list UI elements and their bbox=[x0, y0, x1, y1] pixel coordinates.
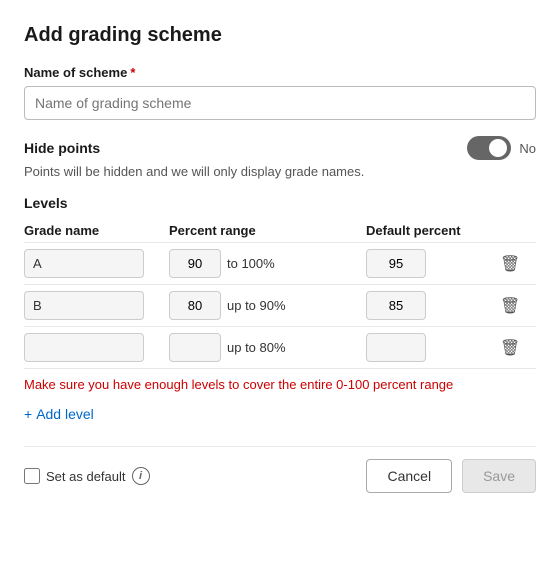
percent-cell-2: up to 90% bbox=[169, 291, 366, 320]
default-input-1[interactable] bbox=[366, 249, 426, 278]
save-button[interactable]: Save bbox=[462, 459, 536, 493]
table-row: to 100% 🗑 bbox=[24, 242, 536, 284]
hide-points-row: Hide points No bbox=[24, 136, 536, 160]
default-cell-3 bbox=[366, 333, 496, 362]
percent-cell-3: up to 80% bbox=[169, 333, 366, 362]
percent-text-3: up to 80% bbox=[227, 340, 286, 355]
page-title: Add grading scheme bbox=[24, 24, 536, 47]
grade-cell-2 bbox=[24, 291, 169, 320]
scheme-name-input[interactable] bbox=[24, 86, 536, 120]
footer-buttons: Cancel Save bbox=[366, 459, 536, 493]
hide-points-toggle[interactable] bbox=[467, 136, 511, 160]
name-field-section: Name of scheme* bbox=[24, 65, 536, 120]
default-cell-2 bbox=[366, 291, 496, 320]
delete-row-3-button[interactable]: 🗑 bbox=[496, 334, 524, 362]
set-default-section: Set as default i bbox=[24, 467, 150, 485]
grade-input-2[interactable] bbox=[24, 291, 144, 320]
set-default-label: Set as default bbox=[46, 469, 126, 484]
set-default-checkbox[interactable] bbox=[24, 468, 40, 484]
col-header-grade: Grade name bbox=[24, 223, 169, 238]
error-message: Make sure you have enough levels to cove… bbox=[24, 377, 536, 392]
hint-text: Points will be hidden and we will only d… bbox=[24, 164, 536, 179]
delete-cell-2: 🗑 bbox=[496, 292, 536, 320]
add-level-label: Add level bbox=[36, 406, 94, 422]
add-level-button[interactable]: + Add level bbox=[24, 402, 94, 426]
toggle-state-label: No bbox=[519, 141, 536, 156]
toggle-thumb bbox=[489, 139, 507, 157]
percent-cell-1: to 100% bbox=[169, 249, 366, 278]
delete-cell-1: 🗑 bbox=[496, 250, 536, 278]
grade-input-3[interactable] bbox=[24, 333, 144, 362]
percent-text-2: up to 90% bbox=[227, 298, 286, 313]
grade-cell-1 bbox=[24, 249, 169, 278]
delete-cell-3: 🗑 bbox=[496, 334, 536, 362]
hide-points-label: Hide points bbox=[24, 140, 100, 156]
col-header-percent: Percent range bbox=[169, 223, 366, 238]
delete-row-1-button[interactable]: 🗑 bbox=[496, 250, 524, 278]
footer: Set as default i Cancel Save bbox=[24, 446, 536, 493]
toggle-track bbox=[467, 136, 511, 160]
cancel-button[interactable]: Cancel bbox=[366, 459, 452, 493]
grade-input-1[interactable] bbox=[24, 249, 144, 278]
table-row: up to 90% 🗑 bbox=[24, 284, 536, 326]
levels-section: Levels Grade name Percent range Default … bbox=[24, 195, 536, 369]
percent-text-1: to 100% bbox=[227, 256, 275, 271]
default-cell-1 bbox=[366, 249, 496, 278]
levels-title: Levels bbox=[24, 195, 536, 211]
col-header-default: Default percent bbox=[366, 223, 496, 238]
delete-row-2-button[interactable]: 🗑 bbox=[496, 292, 524, 320]
info-icon[interactable]: i bbox=[132, 467, 150, 485]
grade-cell-3 bbox=[24, 333, 169, 362]
name-field-label: Name of scheme* bbox=[24, 65, 536, 80]
required-marker: * bbox=[130, 65, 135, 80]
percent-from-input-3[interactable] bbox=[169, 333, 221, 362]
default-input-3[interactable] bbox=[366, 333, 426, 362]
toggle-right: No bbox=[467, 136, 536, 160]
percent-from-input-1[interactable] bbox=[169, 249, 221, 278]
levels-header: Grade name Percent range Default percent bbox=[24, 219, 536, 242]
table-row: up to 80% 🗑 bbox=[24, 326, 536, 369]
percent-from-input-2[interactable] bbox=[169, 291, 221, 320]
add-icon: + bbox=[24, 406, 32, 422]
default-input-2[interactable] bbox=[366, 291, 426, 320]
